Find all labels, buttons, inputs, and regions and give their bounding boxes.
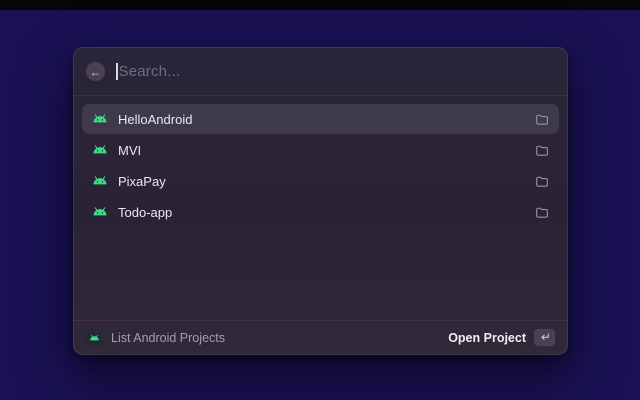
folder-icon [535, 175, 549, 188]
project-name: HelloAndroid [118, 112, 535, 127]
desktop-wallpaper: ← Search... HelloAndroid [0, 0, 640, 400]
project-row[interactable]: PixaPay [82, 166, 559, 196]
folder-icon [535, 144, 549, 157]
text-caret [116, 63, 118, 80]
project-row[interactable]: HelloAndroid [82, 104, 559, 134]
search-input[interactable]: Search... [116, 63, 553, 80]
project-name: MVI [118, 143, 535, 158]
extension-icon [86, 330, 102, 346]
android-icon [92, 207, 108, 217]
project-row[interactable]: Todo-app [82, 197, 559, 227]
enter-key-badge [534, 329, 555, 346]
project-list: HelloAndroid MVI [74, 96, 567, 320]
android-icon [92, 114, 108, 124]
project-name: PixaPay [118, 174, 535, 189]
command-title: List Android Projects [111, 331, 448, 345]
menu-bar [0, 0, 640, 10]
folder-icon [535, 113, 549, 126]
android-icon [92, 176, 108, 186]
back-arrow-icon: ← [90, 66, 102, 78]
command-palette-window: ← Search... HelloAndroid [73, 47, 568, 355]
primary-action[interactable]: Open Project [448, 329, 555, 346]
footer-bar: List Android Projects Open Project [74, 320, 567, 354]
project-row[interactable]: MVI [82, 135, 559, 165]
folder-icon [535, 206, 549, 219]
android-icon [89, 334, 100, 342]
project-name: Todo-app [118, 205, 535, 220]
search-placeholder: Search... [119, 63, 181, 80]
search-bar: ← Search... [74, 48, 567, 96]
back-button[interactable]: ← [86, 62, 105, 81]
primary-action-label: Open Project [448, 331, 526, 345]
android-icon [92, 145, 108, 155]
enter-key-icon [539, 333, 550, 342]
